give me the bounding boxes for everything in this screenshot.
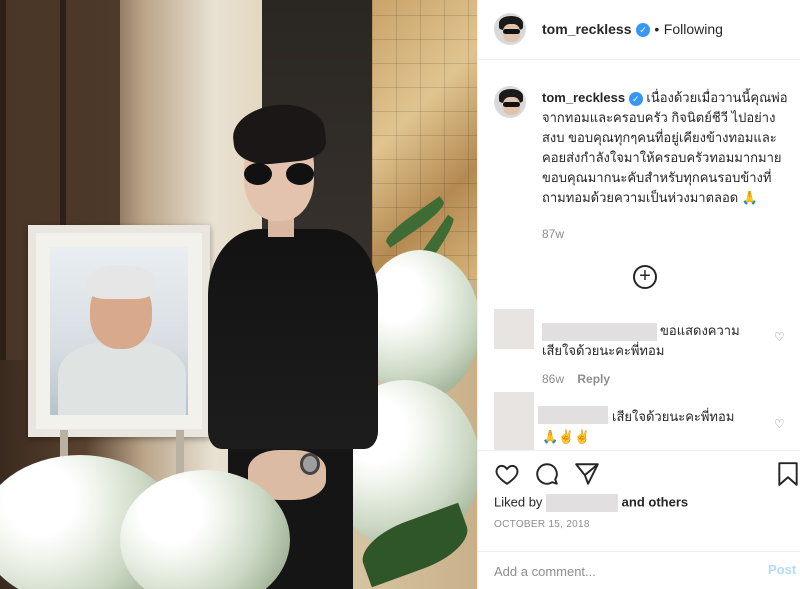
portrait-hair [86,265,156,299]
caption-text: เนื่องด้วยเมื่อวานนี้คุณพ่อจากทอมและครอบ… [542,90,788,205]
post-header: tom_reckless ✓ • Following [478,0,800,60]
reply-button[interactable]: Reply [577,372,610,386]
caption-avatar[interactable] [494,86,526,118]
bookmark-icon[interactable] [775,461,800,487]
portrait-body [58,342,186,415]
comment-like-icon[interactable]: ♡ [774,331,786,343]
header-separator: • [654,21,660,37]
comment-icon[interactable] [534,461,560,487]
caption-time[interactable]: 87w [542,227,564,241]
memorial-portrait [50,247,188,415]
wristwatch [300,453,320,475]
add-comment-bar: Post [478,551,800,589]
comment-text: ขอแสดงความเสียใจด้วยนะคะพี่ทอม [542,323,740,358]
verified-icon: ✓ [635,22,650,37]
likes-summary: Liked by and others [494,494,688,512]
share-icon[interactable] [574,461,600,487]
verified-icon: ✓ [628,91,643,106]
memorial-portrait-frame [28,225,210,437]
post-comment-button[interactable]: Post [768,562,796,577]
heart-icon[interactable] [494,461,520,487]
post-side-panel: tom_reckless ✓ • Following tom_reckless … [477,0,800,589]
sunglasses [242,163,318,185]
caption: tom_reckless ✓ เนื่องด้วยเมื่อวานนี้คุณพ… [542,88,792,208]
action-bar [478,450,800,488]
liked-by-user-redacted[interactable] [546,494,619,512]
comment-text: เสียใจด้วยนะคะพี่ทอม [612,409,735,424]
post-photo[interactable] [0,0,477,589]
avatar[interactable] [494,13,526,45]
likes-prefix: Liked by [494,494,543,510]
comment-meta: 86w Reply [542,372,610,386]
header-username[interactable]: tom_reckless [542,21,632,37]
comment-input[interactable] [494,560,734,582]
comment-time[interactable]: 86w [542,372,564,386]
comment-avatar[interactable] [494,309,534,349]
following-button[interactable]: Following [664,21,723,37]
comment-avatar[interactable] [494,392,534,450]
comment-emojis: 🙏✌️✌️ [542,429,591,444]
comment-username-redacted [538,406,608,424]
more-comments-icon[interactable]: + [633,265,657,289]
caption-username[interactable]: tom_reckless [542,90,625,105]
person-shirt [208,229,378,449]
instagram-post: tom_reckless ✓ • Following tom_reckless … [0,0,800,589]
header-user-line: tom_reckless ✓ • Following [542,21,723,39]
comment-like-icon[interactable]: ♡ [774,418,786,430]
post-date[interactable]: OCTOBER 15, 2018 [494,519,590,530]
likes-others[interactable]: and others [622,494,688,509]
